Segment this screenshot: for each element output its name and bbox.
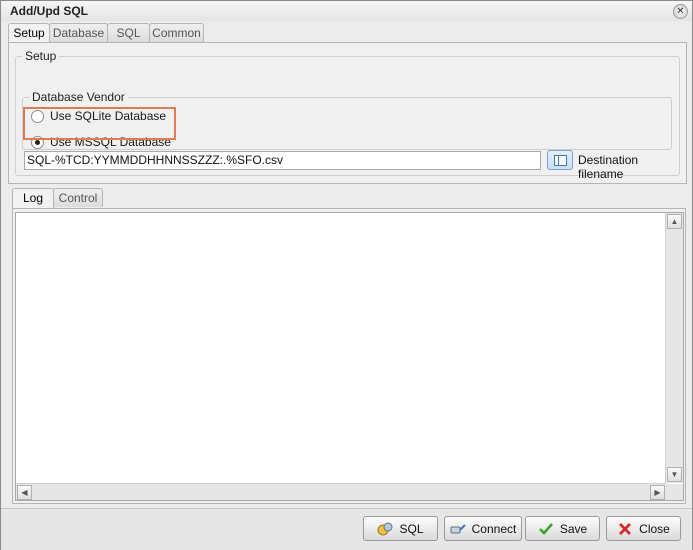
- log-textarea[interactable]: ▲ ▼ ◀ ▶: [15, 212, 684, 501]
- connect-button-label: Connect: [471, 521, 517, 536]
- sql-button-label: SQL: [399, 521, 424, 536]
- connect-button[interactable]: Connect: [444, 516, 522, 541]
- mssql-highlight-box: [23, 107, 176, 140]
- window-title: Add/Upd SQL: [10, 4, 88, 18]
- destination-filename-input[interactable]: SQL-%TCD:YYMMDDHHNNSSZZZ:.%SFO.csv: [24, 151, 541, 170]
- scroll-down-icon[interactable]: ▼: [667, 467, 682, 482]
- tab-common[interactable]: Common: [149, 23, 204, 42]
- horizontal-scrollbar[interactable]: ◀ ▶: [16, 483, 666, 500]
- scrollbar-corner: [666, 484, 683, 500]
- tab-setup[interactable]: Setup: [8, 23, 50, 43]
- checkmark-icon: [538, 521, 554, 537]
- window-close-icon[interactable]: ✕: [673, 4, 688, 19]
- dialog-window: Add/Upd SQL ✕ Setup Database SQL Common …: [0, 0, 693, 550]
- tab-sql[interactable]: SQL: [107, 23, 150, 42]
- destination-filename-label: Destination filename: [578, 153, 639, 181]
- log-panel: ▲ ▼ ◀ ▶: [12, 208, 686, 504]
- setup-legend: Setup: [25, 49, 57, 63]
- database-vendor-legend: Database Vendor: [32, 90, 125, 104]
- scroll-left-icon[interactable]: ◀: [17, 485, 32, 500]
- tab-database[interactable]: Database: [49, 23, 108, 42]
- browse-icon: [554, 155, 567, 166]
- tab-control[interactable]: Control: [53, 188, 103, 207]
- title-bar[interactable]: Add/Upd SQL ✕: [1, 1, 692, 21]
- browse-destination-button[interactable]: [547, 150, 573, 170]
- connect-icon: [450, 521, 466, 537]
- save-button-label: Save: [559, 521, 588, 536]
- sql-icon: [377, 521, 393, 537]
- sql-button[interactable]: SQL: [363, 516, 438, 541]
- close-button[interactable]: Close: [606, 516, 681, 541]
- scroll-up-icon[interactable]: ▲: [667, 214, 682, 229]
- red-x-icon: [617, 521, 633, 537]
- button-bar: SQL Connect Save Close: [1, 508, 692, 550]
- vertical-scrollbar[interactable]: ▲ ▼: [665, 213, 683, 483]
- close-button-label: Close: [639, 521, 670, 536]
- save-button[interactable]: Save: [525, 516, 600, 541]
- tab-log[interactable]: Log: [12, 188, 54, 209]
- scroll-right-icon[interactable]: ▶: [650, 485, 665, 500]
